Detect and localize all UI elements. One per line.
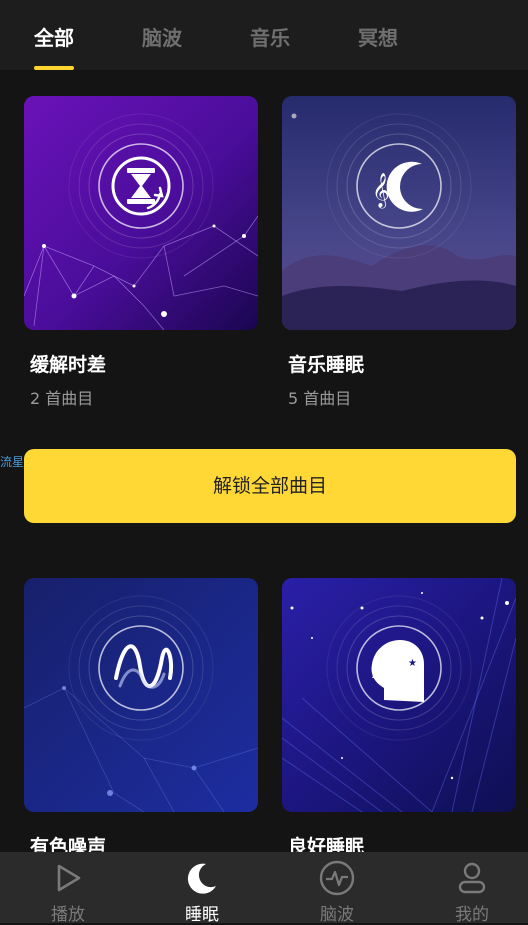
nav-label: 我的 <box>455 905 489 925</box>
active-tab-indicator <box>34 66 74 70</box>
card-colored-noise[interactable] <box>24 578 258 812</box>
unlock-all-tracks-button[interactable]: 解锁全部曲目 <box>24 449 516 523</box>
music-moon-icon: 𝄞 <box>372 161 423 212</box>
card-relieve-jetlag[interactable] <box>24 96 258 330</box>
nav-mine[interactable]: 我的 <box>406 852 528 925</box>
bottom-nav-bar: 播放 睡眠 脑波 我的 <box>0 852 528 925</box>
tab-brainwave[interactable]: 脑波 <box>142 22 182 51</box>
user-icon <box>458 862 486 894</box>
card-title: 缓解时差 <box>30 354 107 376</box>
nav-label: 睡眠 <box>185 905 219 925</box>
nav-brainwave[interactable]: 脑波 <box>271 852 403 925</box>
tab-music[interactable]: 音乐 <box>250 22 290 51</box>
card-track-count: 5 首曲目 <box>288 389 352 408</box>
play-icon <box>57 864 81 892</box>
svg-text:𝄞: 𝄞 <box>372 173 390 209</box>
pulse-icon <box>319 860 355 896</box>
moon-icon <box>187 863 216 894</box>
nav-play[interactable]: 播放 <box>2 852 134 925</box>
card-title: 音乐睡眠 <box>288 354 365 376</box>
svg-text:★: ★ <box>408 658 417 669</box>
nav-label: 脑波 <box>320 905 354 925</box>
tab-meditation[interactable]: 冥想 <box>358 22 398 51</box>
nav-sleep[interactable]: 睡眠 <box>136 852 268 925</box>
head-moon-icon: ★ <box>371 640 424 702</box>
hourglass-refresh-icon <box>111 156 171 216</box>
top-tab-bar: 全部 脑波 音乐 冥想 <box>0 0 528 70</box>
card-good-sleep[interactable]: ★ <box>282 578 516 812</box>
tab-all[interactable]: 全部 <box>34 22 74 51</box>
card-music-sleep[interactable]: 𝄞 <box>282 96 516 330</box>
card-track-count: 2 首曲目 <box>30 389 94 408</box>
nav-label: 播放 <box>51 905 85 925</box>
sound-wave-icon <box>114 644 173 689</box>
